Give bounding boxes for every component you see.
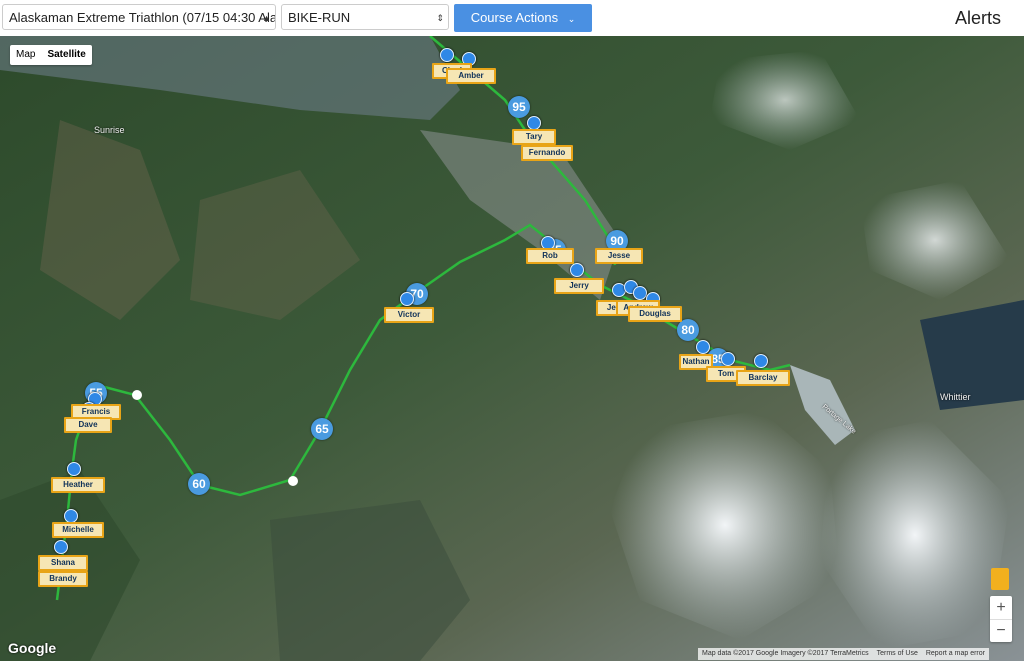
racer-marker[interactable] [696, 340, 710, 354]
checkpoint-marker[interactable] [132, 390, 142, 400]
racer-marker[interactable] [721, 352, 735, 366]
map-type-map[interactable]: Map [10, 45, 41, 65]
racer-marker[interactable] [400, 292, 414, 306]
racer-label[interactable]: Douglas [628, 306, 682, 322]
course-actions-button[interactable]: Course Actions ⌄ [454, 4, 592, 32]
racer-marker[interactable] [67, 462, 81, 476]
mile-marker[interactable]: 95 [508, 96, 530, 118]
zoom-out-button[interactable]: − [990, 620, 1012, 642]
toolbar: Alaskaman Extreme Triathlon (07/15 04:30… [0, 0, 1024, 36]
racer-label[interactable]: Heather [51, 477, 105, 493]
mile-marker[interactable]: 65 [311, 418, 333, 440]
racer-marker[interactable] [754, 354, 768, 368]
map-canvas[interactable]: Map Satellite Sunrise Whittier Portage L… [0, 36, 1024, 661]
attribution-data: Map data ©2017 Google Imagery ©2017 Terr… [702, 650, 869, 657]
select-arrows-icon: ▲ [262, 13, 271, 23]
racer-label[interactable]: Shana [38, 555, 88, 571]
terms-link[interactable]: Terms of Use [877, 648, 918, 660]
leg-select-value: BIKE-RUN [288, 10, 351, 25]
racer-label[interactable]: Fernando [521, 145, 573, 161]
street-view-pegman-icon[interactable] [991, 568, 1009, 590]
racer-label[interactable]: Amber [446, 68, 496, 84]
place-label-sunrise: Sunrise [94, 125, 125, 135]
leg-select[interactable]: BIKE-RUN ⇕ [281, 4, 449, 30]
place-label-whittier: Whittier [940, 392, 971, 402]
select-arrows-icon: ⇕ [436, 13, 444, 23]
event-select-value: Alaskaman Extreme Triathlon (07/15 04:30… [9, 10, 276, 25]
google-logo: Google [8, 640, 57, 656]
racer-marker[interactable] [440, 48, 454, 62]
racer-label[interactable]: Tary [512, 129, 556, 145]
racer-marker[interactable] [527, 116, 541, 130]
alerts-title[interactable]: Alerts [955, 8, 1001, 29]
racer-label[interactable]: Dave [64, 417, 112, 433]
mile-marker[interactable]: 60 [188, 473, 210, 495]
racer-marker[interactable] [54, 540, 68, 554]
racer-label[interactable]: Barclay [736, 370, 790, 386]
racer-label[interactable]: Rob [526, 248, 574, 264]
chevron-down-icon: ⌄ [567, 14, 576, 24]
report-error-link[interactable]: Report a map error [926, 648, 985, 660]
map-type-satellite[interactable]: Satellite [41, 45, 91, 65]
racer-label[interactable]: Jerry [554, 278, 604, 294]
racer-marker[interactable] [633, 286, 647, 300]
map-type-control: Map Satellite [10, 45, 92, 65]
racer-marker[interactable] [570, 263, 584, 277]
zoom-in-button[interactable]: + [990, 596, 1012, 620]
racer-label[interactable]: Michelle [52, 522, 104, 538]
map-attribution: Map data ©2017 Google Imagery ©2017 Terr… [698, 648, 989, 660]
racer-marker[interactable] [64, 509, 78, 523]
mile-marker[interactable]: 80 [677, 319, 699, 341]
course-actions-label: Course Actions [470, 10, 559, 25]
racer-label[interactable]: Victor [384, 307, 434, 323]
racer-label[interactable]: Jesse [595, 248, 643, 264]
zoom-control: + − [990, 596, 1012, 642]
checkpoint-marker[interactable] [288, 476, 298, 486]
event-select[interactable]: Alaskaman Extreme Triathlon (07/15 04:30… [2, 4, 276, 30]
racer-label[interactable]: Brandy [38, 571, 88, 587]
